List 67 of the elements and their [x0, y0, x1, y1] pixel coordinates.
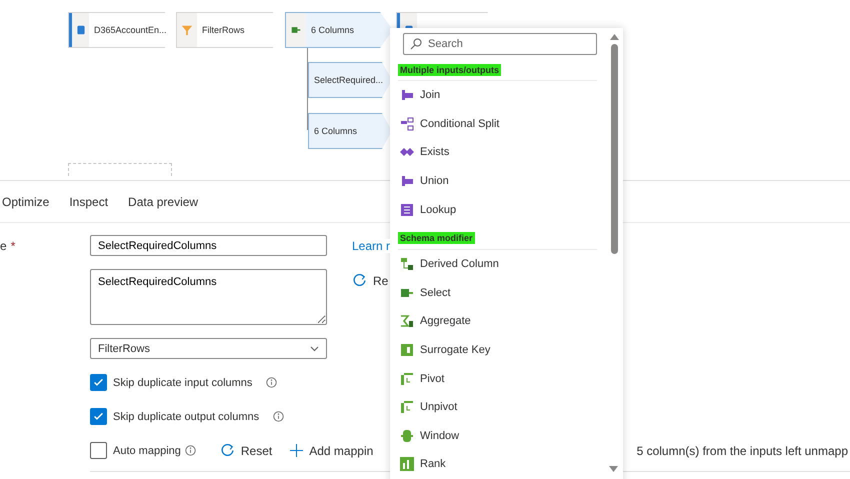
unmapped-note: 5 column(s) from the inputs left unmapp — [636, 444, 849, 458]
info-icon — [266, 377, 278, 388]
scroll-up-icon[interactable] — [610, 34, 618, 40]
field-label: e — [0, 238, 7, 252]
window-icon — [400, 428, 414, 443]
pivot-icon — [400, 372, 414, 386]
flow-node[interactable]: D365AccountEn... — [68, 12, 178, 48]
menu-item[interactable]: Rank — [398, 450, 597, 479]
restore-link[interactable]: Re — [373, 274, 388, 288]
flow-node[interactable]: 6 Columns — [285, 12, 393, 48]
derived-column-icon — [400, 257, 414, 272]
checkbox-label: Skip duplicate output columns — [113, 410, 260, 422]
menu-item[interactable]: Unpivot — [398, 392, 597, 422]
checkmark-icon — [93, 411, 104, 422]
rank-icon — [400, 457, 414, 472]
checkbox[interactable] — [90, 442, 107, 459]
join-icon — [400, 88, 414, 102]
reset-button[interactable]: Reset — [220, 443, 272, 458]
refresh-icon — [352, 273, 367, 288]
section-heading: Schema modifier — [398, 232, 475, 244]
info-icon — [184, 445, 196, 456]
menu-item[interactable]: Lookup — [398, 195, 597, 224]
info-icon — [273, 411, 284, 422]
refresh-icon — [220, 443, 235, 458]
description-field[interactable]: SelectRequiredColumns — [90, 269, 327, 325]
menu-item[interactable]: Select — [398, 278, 597, 308]
learn-more-link[interactable]: Learn r — [352, 238, 390, 252]
flow-node[interactable]: SelectRequired... — [308, 62, 392, 98]
menu-item[interactable]: Derived Column — [398, 250, 597, 279]
flow-node[interactable]: 6 Columns — [308, 113, 392, 149]
required-mark: * — [10, 238, 16, 252]
menu-item[interactable]: Window — [398, 422, 597, 450]
menu-item[interactable]: Aggregate — [398, 307, 597, 336]
checkbox[interactable] — [90, 408, 107, 425]
flow-node[interactable]: FilterRows — [176, 12, 286, 48]
menu-item[interactable]: Union — [398, 166, 597, 196]
checkmark-icon — [93, 377, 104, 388]
section-heading: Multiple inputs/outputs — [398, 64, 501, 76]
search-icon — [410, 38, 422, 50]
plus-icon — [290, 444, 304, 457]
name-field[interactable]: SelectRequiredColumns — [90, 235, 327, 256]
join-icon — [400, 174, 414, 188]
menu-item[interactable]: Join — [398, 81, 597, 110]
menu-item[interactable]: Conditional Split — [398, 110, 597, 138]
lookup-icon — [400, 202, 414, 217]
menu-item[interactable]: Surrogate Key — [398, 336, 597, 364]
database-icon — [76, 24, 86, 36]
tab[interactable]: Inspect — [69, 194, 108, 208]
menu-item[interactable]: Exists — [398, 138, 597, 167]
search-field[interactable]: Search — [403, 33, 597, 55]
chevron-down-icon — [310, 346, 319, 352]
scrollbar-thumb[interactable] — [610, 44, 618, 254]
filter-icon — [181, 24, 193, 36]
add-mapping-button[interactable]: Add mappin — [290, 444, 374, 458]
split-icon — [400, 116, 414, 131]
scroll-down-icon[interactable] — [609, 466, 618, 472]
checkbox-label: Skip duplicate input columns — [113, 376, 252, 388]
key-icon — [400, 343, 414, 358]
select-icon — [290, 25, 302, 35]
tab[interactable]: Optimize — [2, 194, 50, 208]
tab[interactable]: Data preview — [128, 194, 198, 208]
checkbox-label: Auto mapping — [113, 444, 181, 456]
sigma-icon — [400, 314, 414, 328]
checkbox[interactable] — [90, 374, 107, 391]
pivot-icon — [400, 400, 414, 414]
menu-item[interactable]: Pivot — [398, 364, 597, 393]
stream-dropdown[interactable]: FilterRows — [90, 338, 327, 359]
